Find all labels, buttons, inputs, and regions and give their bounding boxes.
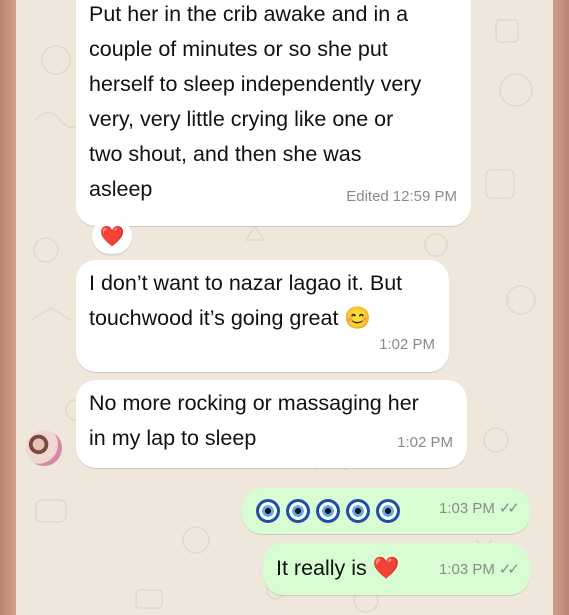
message-bubble-outgoing[interactable]: It really is ❤️ 1:03 PM ✓✓	[263, 543, 530, 595]
message-time: 1:02 PM	[397, 434, 453, 451]
message-bubble[interactable]: Put her in the crib awake and in a coupl…	[76, 0, 471, 226]
message-bubble[interactable]: No more rocking or massaging her in my l…	[76, 380, 467, 468]
message-bubble[interactable]: I don’t want to nazar lagao it. But touc…	[76, 260, 449, 372]
message-text: It really is ❤️	[276, 556, 400, 580]
message-text-line: Put her in the crib awake and in a	[89, 2, 409, 26]
edited-label: Edited	[346, 188, 389, 205]
double-check-icon: ✓✓	[498, 561, 520, 578]
message-time: 1:03 PM	[438, 500, 495, 517]
message-time: 1:02 PM	[379, 336, 435, 353]
message-text-line: very, very little crying like one or	[89, 107, 394, 131]
nazar-amulet-icon	[376, 499, 400, 524]
nazar-amulet-icon	[256, 499, 280, 524]
heart-icon: ❤️	[99, 225, 125, 248]
chat-area[interactable]: Put her in the crib awake and in a coupl…	[16, 0, 553, 615]
message-text-line: touchwood it’s going great 😊	[89, 306, 372, 330]
message-bubble-outgoing[interactable]: 1:03 PM ✓✓	[242, 488, 530, 534]
message-text-line: herself to sleep independently very	[89, 72, 422, 96]
message-text-line: I don’t want to nazar lagao it. But	[89, 271, 403, 295]
nazar-amulet-icon	[286, 499, 310, 524]
screen-edge-left	[0, 0, 16, 615]
message-time: 1:03 PM	[438, 561, 495, 578]
emoji-row	[256, 493, 406, 528]
message-text-line: in my lap to sleep	[89, 426, 257, 450]
message-text-line: two shout, and then she was	[89, 142, 362, 166]
message-time: 12:59 PM	[392, 188, 457, 205]
heart-reaction[interactable]: ❤️	[92, 218, 132, 254]
message-text-line: No more rocking or massaging her	[89, 391, 419, 415]
screen-edge-right	[553, 0, 569, 615]
double-check-icon: ✓✓	[498, 500, 520, 517]
avatar[interactable]	[26, 430, 62, 466]
nazar-amulet-icon	[316, 499, 340, 524]
nazar-amulet-icon	[346, 499, 370, 524]
message-text-line: couple of minutes or so she put	[89, 37, 388, 61]
